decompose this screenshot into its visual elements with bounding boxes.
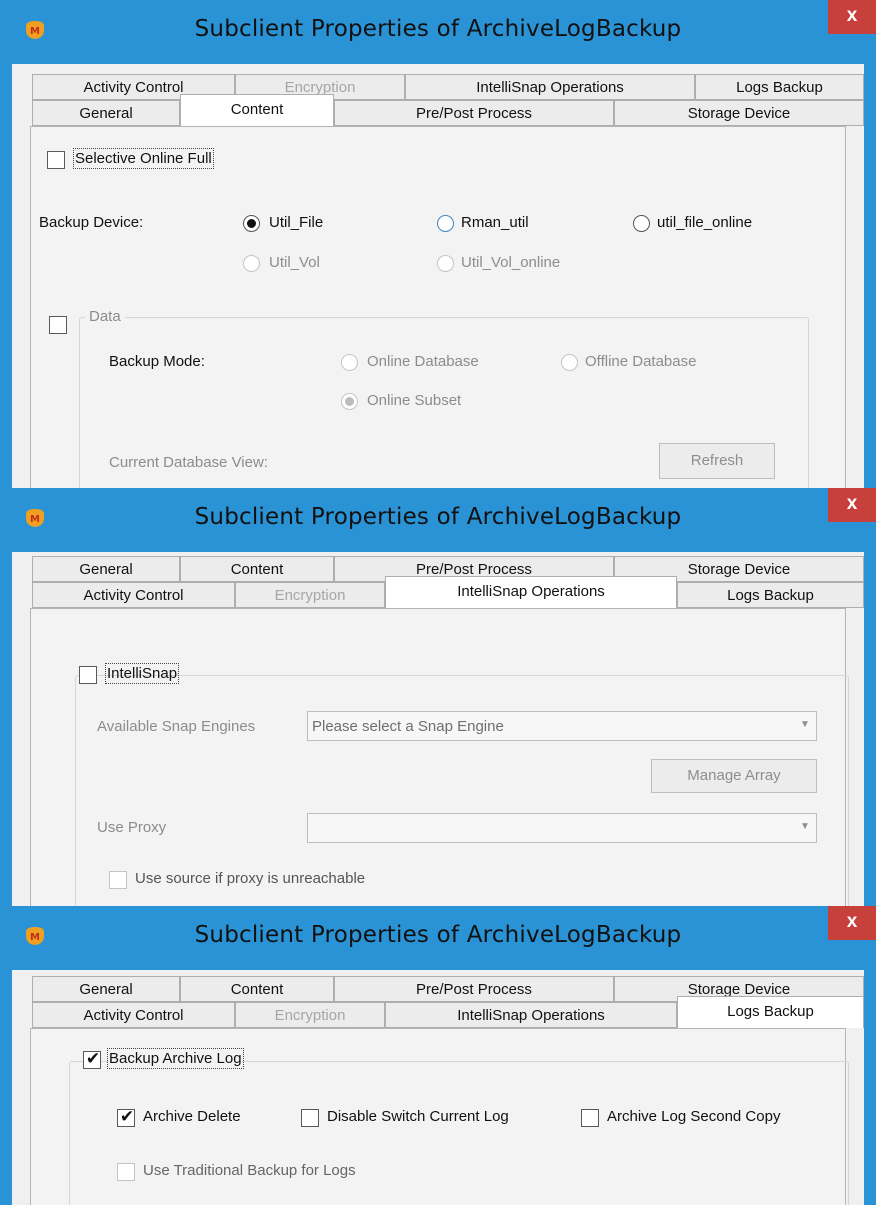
chevron-down-icon: ▼ — [800, 719, 810, 730]
online-database-label: Online Database — [367, 353, 479, 370]
util-vol-online-radio — [437, 255, 454, 272]
close-button[interactable]: x — [828, 906, 876, 940]
chevron-down-icon: ▼ — [800, 821, 810, 832]
tab-intellisnap[interactable]: IntelliSnap Operations — [385, 1002, 677, 1028]
use-source-label: Use source if proxy is unreachable — [135, 870, 366, 887]
util-file-online-label: util_file_online — [657, 214, 753, 231]
online-database-radio — [341, 354, 358, 371]
data-checkbox[interactable] — [49, 316, 67, 334]
backup-archive-log-group — [69, 1061, 849, 1205]
disable-switch-current-log-checkbox[interactable] — [301, 1109, 319, 1127]
tab-row-front: Activity Control Encryption IntelliSnap … — [32, 996, 864, 1028]
window-title: Subclient Properties of ArchiveLogBackup — [194, 16, 682, 42]
data-group-title: Data — [85, 308, 125, 325]
backup-mode-label: Backup Mode: — [109, 353, 205, 370]
offline-database-label: Offline Database — [585, 353, 697, 370]
tab-general[interactable]: General — [32, 556, 180, 582]
use-proxy-label: Use Proxy — [97, 819, 167, 836]
tab-encryption: Encryption — [235, 1002, 385, 1028]
tab-pre-post-process[interactable]: Pre/Post Process — [334, 976, 614, 1002]
tab-logs-backup[interactable]: Logs Backup — [695, 74, 864, 100]
checkmark-icon: ✔ — [85, 1049, 101, 1068]
snap-engine-dropdown: Please select a Snap Engine ▼ — [307, 711, 817, 741]
tab-encryption: Encryption — [235, 582, 385, 608]
window-title: Subclient Properties of ArchiveLogBackup — [194, 922, 682, 948]
tab-row-front: Activity Control Encryption IntelliSnap … — [32, 576, 864, 608]
content-tab-page: Selective Online Full Backup Device: Uti… — [30, 126, 846, 488]
util-file-label: Util_File — [269, 214, 324, 231]
intellisnap-checkbox[interactable] — [79, 666, 97, 684]
tab-intellisnap[interactable]: IntelliSnap Operations — [385, 576, 677, 608]
tab-content[interactable]: Content — [180, 556, 334, 582]
tab-storage-device[interactable]: Storage Device — [614, 100, 864, 126]
backup-device-label: Backup Device: — [39, 214, 144, 231]
backup-archive-log-checkbox[interactable]: ✔ — [83, 1049, 101, 1069]
rman-util-radio[interactable] — [437, 215, 454, 232]
available-snap-engines-label: Available Snap Engines — [97, 718, 256, 735]
rman-util-label: Rman_util — [461, 214, 529, 231]
archive-log-second-copy-label: Archive Log Second Copy — [607, 1108, 781, 1125]
archive-delete-label: Archive Delete — [143, 1108, 241, 1125]
use-source-checkbox — [109, 871, 127, 889]
tab-content[interactable]: Content — [180, 976, 334, 1002]
dialog-body: General Content Pre/Post Process Storage… — [12, 970, 864, 1205]
window-title: Subclient Properties of ArchiveLogBackup — [194, 504, 682, 530]
selective-online-full-checkbox[interactable] — [47, 151, 65, 169]
util-file-online-radio[interactable] — [633, 215, 650, 232]
close-button[interactable]: x — [828, 488, 876, 522]
util-vol-online-label: Util_Vol_online — [461, 254, 561, 271]
checkmark-icon: ✔ — [119, 1107, 135, 1126]
online-subset-radio — [341, 393, 358, 410]
util-vol-label: Util_Vol — [269, 254, 320, 271]
tab-intellisnap[interactable]: IntelliSnap Operations — [405, 74, 695, 100]
window-intellisnap-tab: M Subclient Properties of ArchiveLogBack… — [0, 488, 876, 906]
title-bar: M Subclient Properties of ArchiveLogBack… — [0, 906, 876, 970]
archive-log-second-copy-checkbox[interactable] — [581, 1109, 599, 1127]
tab-activity-control[interactable]: Activity Control — [32, 1002, 235, 1028]
tab-row-front: General Content Pre/Post Process Storage… — [32, 94, 864, 126]
tab-logs-backup[interactable]: Logs Backup — [677, 582, 864, 608]
traditional-backup-label: Use Traditional Backup for Logs — [143, 1162, 356, 1179]
title-bar: M Subclient Properties of ArchiveLogBack… — [0, 0, 876, 64]
manage-array-button: Manage Array — [651, 759, 817, 793]
tab-logs-backup[interactable]: Logs Backup — [677, 996, 864, 1028]
tab-pre-post-process[interactable]: Pre/Post Process — [334, 100, 614, 126]
dialog-body: Activity Control Encryption IntelliSnap … — [12, 64, 864, 488]
util-file-radio[interactable] — [243, 215, 260, 232]
close-button[interactable]: x — [828, 0, 876, 34]
window-logs-backup-tab: M Subclient Properties of ArchiveLogBack… — [0, 906, 876, 1205]
tab-row-back: Activity Control Encryption IntelliSnap … — [32, 74, 864, 100]
snap-engine-placeholder: Please select a Snap Engine — [312, 718, 504, 735]
traditional-backup-checkbox — [117, 1163, 135, 1181]
current-database-view-label: Current Database View: — [109, 454, 268, 471]
util-vol-radio — [243, 255, 260, 272]
backup-archive-log-label: Backup Archive Log — [107, 1048, 244, 1069]
disable-switch-current-log-label: Disable Switch Current Log — [327, 1108, 509, 1125]
tab-general[interactable]: General — [32, 976, 180, 1002]
refresh-button: Refresh — [659, 443, 775, 479]
archive-delete-checkbox[interactable]: ✔ — [117, 1107, 135, 1127]
window-content-tab: M Subclient Properties of ArchiveLogBack… — [0, 0, 876, 488]
selective-online-full-label: Selective Online Full — [73, 148, 214, 169]
intellisnap-label: IntelliSnap — [104, 663, 180, 684]
dialog-body: General Content Pre/Post Process Storage… — [12, 552, 864, 906]
tab-activity-control[interactable]: Activity Control — [32, 582, 235, 608]
offline-database-radio — [561, 354, 578, 371]
title-bar: M Subclient Properties of ArchiveLogBack… — [0, 488, 876, 552]
online-subset-label: Online Subset — [367, 392, 462, 409]
logs-backup-tab-page: ✔ Backup Archive Log ✔ Archive Delete Di… — [30, 1028, 849, 1205]
proxy-dropdown: ▼ — [307, 813, 817, 843]
intellisnap-tab-page: IntelliSnap Available Snap Engines Pleas… — [30, 608, 849, 906]
tab-general[interactable]: General — [32, 100, 180, 126]
tab-content[interactable]: Content — [180, 94, 334, 126]
